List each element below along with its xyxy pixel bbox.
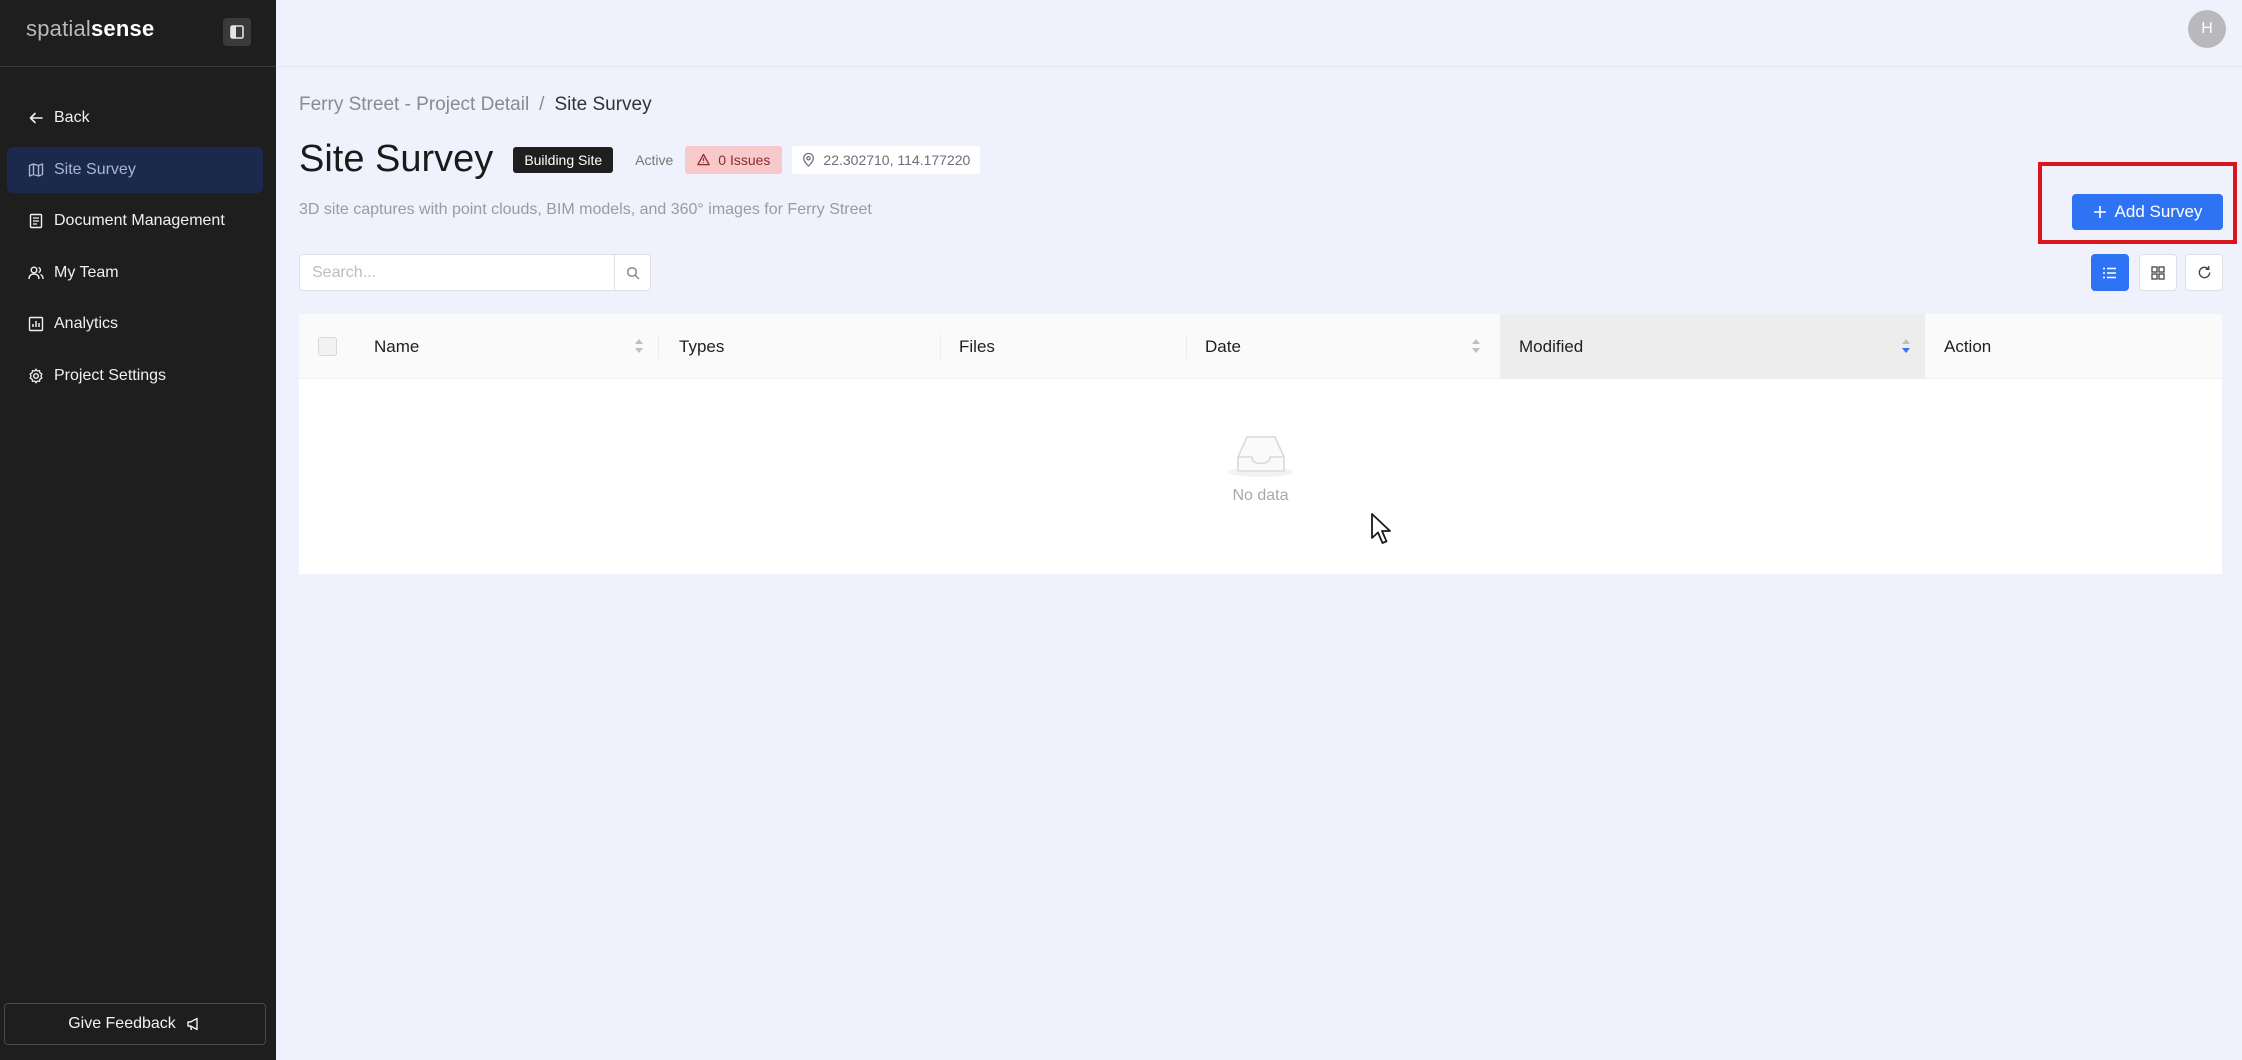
list-icon	[2103, 267, 2116, 278]
sidebar-nav: Back Site Survey Document Management My …	[7, 95, 263, 404]
sort-icon[interactable]	[634, 338, 644, 354]
grid-icon	[2151, 265, 2165, 280]
plus-icon	[2093, 206, 2106, 218]
title-row: Site Survey Building Site Active 0 Issue…	[299, 138, 981, 181]
column-header-types: Types	[679, 336, 725, 356]
empty-state: No data	[299, 429, 2222, 505]
sidebar-item-label: Project Settings	[54, 366, 167, 384]
sidebar-item-label: Back	[54, 109, 90, 126]
megaphone-icon	[187, 1017, 198, 1031]
add-survey-button[interactable]: Add Survey	[2072, 194, 2223, 230]
app-logo[interactable]: spatialsense	[26, 16, 154, 42]
sidebar-collapse-button[interactable]	[223, 18, 251, 46]
status-text: Active	[635, 151, 674, 168]
sidebar-item-my-team[interactable]: My Team	[7, 250, 263, 296]
column-header-name[interactable]: Name	[374, 314, 658, 379]
mouse-cursor-icon	[1371, 513, 1391, 544]
grid-view-button[interactable]	[2139, 254, 2177, 291]
table-header: Name Types Files Date Modified Action	[299, 314, 2222, 379]
give-feedback-label: Give Feedback	[68, 1015, 176, 1032]
site-type-badge: Building Site	[513, 146, 614, 173]
issues-label: 0 Issues	[718, 151, 771, 168]
add-survey-label: Add Survey	[2114, 202, 2203, 221]
breadcrumb-current: Site Survey	[554, 94, 652, 115]
empty-state-text: No data	[1232, 487, 1289, 504]
column-header-files: Files	[959, 336, 995, 356]
search-bar	[299, 254, 651, 291]
team-icon	[27, 264, 45, 282]
sidebar-toggle-icon	[230, 25, 244, 39]
sidebar-header: spatialsense	[0, 0, 276, 67]
map-icon	[27, 161, 45, 179]
chart-icon	[27, 315, 45, 333]
search-icon	[626, 266, 640, 280]
search-button[interactable]	[614, 254, 651, 291]
sidebar: spatialsense Back Site Survey Document M…	[0, 0, 276, 1060]
sidebar-item-analytics[interactable]: Analytics	[7, 301, 263, 347]
surveys-table: Name Types Files Date Modified Action No…	[299, 314, 2222, 574]
sidebar-item-project-settings[interactable]: Project Settings	[7, 353, 263, 399]
sort-icon[interactable]	[1471, 338, 1481, 354]
coordinates-label: 22.302710, 114.177220	[823, 151, 971, 168]
column-header-date[interactable]: Date	[1205, 314, 1485, 379]
gear-icon	[27, 367, 45, 385]
coordinates-badge: 22.302710, 114.177220	[792, 145, 981, 174]
breadcrumb: Ferry Street - Project Detail / Site Sur…	[299, 94, 652, 116]
give-feedback-button[interactable]: Give Feedback	[4, 1003, 266, 1045]
avatar[interactable]: H	[2188, 10, 2226, 48]
select-all-checkbox[interactable]	[318, 337, 337, 356]
refresh-icon	[2198, 266, 2210, 279]
issues-badge[interactable]: 0 Issues	[685, 145, 783, 174]
page-subtitle: 3D site captures with point clouds, BIM …	[299, 201, 872, 218]
sidebar-item-label: Document Management	[54, 212, 225, 229]
column-header-modified[interactable]: Modified	[1500, 314, 1925, 379]
page-title: Site Survey	[299, 138, 494, 180]
sidebar-item-site-survey[interactable]: Site Survey	[7, 146, 263, 193]
sidebar-item-label: Analytics	[54, 315, 119, 332]
sidebar-item-back[interactable]: Back	[7, 95, 263, 141]
empty-inbox-icon	[1227, 436, 1294, 477]
column-header-action: Action	[1944, 336, 1992, 356]
sidebar-item-label: Site Survey	[54, 160, 136, 178]
breadcrumb-parent-link[interactable]: Ferry Street - Project Detail	[299, 94, 529, 116]
warning-icon	[697, 153, 710, 166]
location-pin-icon	[803, 152, 815, 167]
document-icon	[27, 212, 45, 230]
search-input[interactable]	[299, 254, 614, 291]
sidebar-item-label: My Team	[54, 263, 119, 281]
sort-icon[interactable]	[1901, 338, 1911, 354]
top-bar: H	[276, 0, 2242, 67]
sidebar-item-document-management[interactable]: Document Management	[7, 198, 263, 244]
arrow-left-icon	[27, 109, 45, 127]
refresh-button[interactable]	[2185, 254, 2223, 291]
list-view-button[interactable]	[2091, 254, 2129, 291]
breadcrumb-separator: /	[539, 94, 545, 115]
